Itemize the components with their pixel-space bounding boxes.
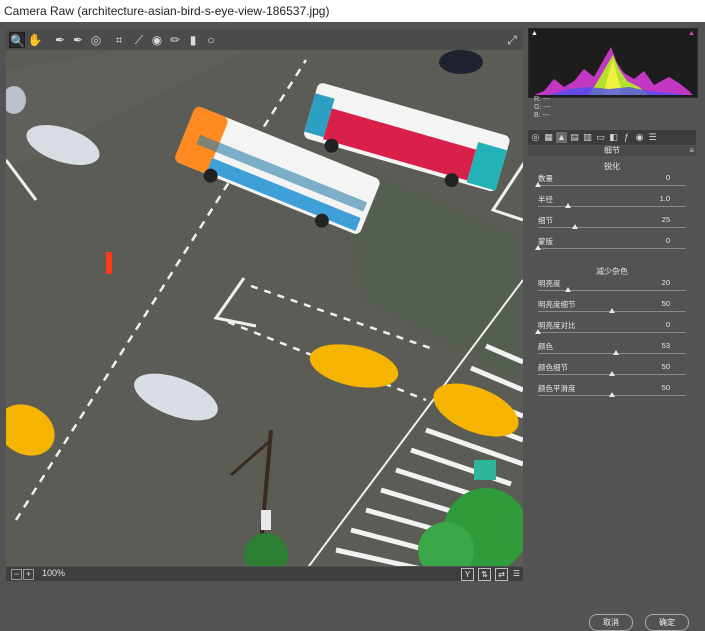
transform-tab-icon[interactable]: ◧	[608, 132, 619, 143]
slider-thumb[interactable]	[564, 203, 571, 208]
sharpening-slider-row: 细节 25	[538, 215, 688, 237]
graduated-filter-icon[interactable]: ▮	[185, 32, 201, 48]
slider-thumb[interactable]	[535, 182, 541, 187]
noise-slider-row: 明亮度细节 50	[538, 299, 688, 321]
noise-slider-row: 颜色 53	[538, 341, 688, 363]
slider-value-input[interactable]: 20	[662, 278, 670, 287]
hsl-tab-icon[interactable]: ▤	[569, 132, 580, 143]
split-toning-tab-icon[interactable]: ▥	[582, 132, 593, 143]
tone-curve-tab-icon[interactable]: ▦	[543, 132, 554, 143]
histogram-graph	[534, 47, 693, 95]
slider-thumb[interactable]	[609, 392, 615, 397]
presets-tab-icon[interactable]: ☰	[647, 132, 658, 143]
panel-title: 细节 ≡	[528, 146, 696, 156]
basic-tab-icon[interactable]: ◎	[530, 132, 541, 143]
before-after-y-button[interactable]: Y	[461, 568, 474, 581]
window-title: Camera Raw (architecture-asian-bird-s-ey…	[0, 0, 705, 22]
slider-value-input[interactable]: 50	[662, 362, 670, 371]
slider-value-input[interactable]: 0	[666, 320, 670, 329]
noise-slider-row: 明亮度对比 0	[535, 320, 688, 342]
slider-label: 明亮度	[538, 279, 561, 288]
zoom-in-button[interactable]: +	[23, 569, 34, 580]
slider-thumb[interactable]	[572, 224, 578, 229]
status-bar: − + 100% Y ⇅ ⇄ ☰	[6, 567, 523, 581]
zoom-out-button[interactable]: −	[11, 569, 22, 580]
slider-label: 颜色	[538, 342, 553, 351]
panel-tabs: ◎ ▦ ▲ ▤ ▥ ▭ ◧ ƒ ◉ ☰	[528, 130, 696, 145]
detail-tab-icon[interactable]: ▲	[556, 132, 567, 143]
slider-track[interactable]	[538, 227, 686, 228]
color-sampler-tool-icon[interactable]: ✒	[70, 32, 86, 48]
spot-removal-icon[interactable]: ◉	[149, 32, 165, 48]
slider-thumb[interactable]	[564, 287, 571, 292]
slider-value-input[interactable]: 53	[662, 341, 670, 350]
sharpening-slider-row: 数量 0	[535, 173, 688, 195]
slider-value-input[interactable]: 25	[662, 215, 670, 224]
lens-tab-icon[interactable]: ▭	[595, 132, 606, 143]
slider-track[interactable]	[538, 248, 686, 249]
slider-label: 颜色平滑度	[538, 384, 576, 393]
crop-tool-icon[interactable]: ⌗	[111, 32, 127, 48]
effects-tab-icon[interactable]: ƒ	[621, 132, 632, 143]
slider-value-input[interactable]: 0	[666, 236, 670, 245]
camera-raw-dialog: 🔍 ✋ ✒ ✒ ◎ ⌗ ⟋ ◉ ✏ ▮ ○ ⤢ − + 100% Y ⇅ ⇄ ☰…	[0, 22, 705, 631]
panel-menu-icon[interactable]: ≡	[689, 146, 694, 156]
highlight-clipping-icon[interactable]: ▲	[688, 30, 695, 37]
slider-value-input[interactable]: 1.0	[660, 194, 670, 203]
slider-track[interactable]	[538, 332, 686, 333]
copy-settings-icon[interactable]: ⇄	[495, 568, 508, 581]
slider-track[interactable]	[538, 353, 686, 354]
slider-label: 半径	[538, 195, 553, 204]
image-preview[interactable]	[6, 50, 523, 566]
adjustment-brush-icon[interactable]: ✏	[167, 32, 183, 48]
slider-value-input[interactable]: 0	[666, 173, 670, 182]
sharpening-header: 锐化	[604, 162, 620, 171]
aerial-street-photo	[6, 50, 523, 566]
noise-slider-row: 颜色细节 50	[538, 362, 688, 384]
toggle-settings-icon[interactable]: ☰	[511, 568, 522, 579]
swap-settings-icon[interactable]: ⇅	[478, 568, 491, 581]
slider-thumb[interactable]	[535, 245, 541, 250]
slider-thumb[interactable]	[535, 329, 541, 334]
zoom-level-select[interactable]: 100%	[42, 568, 65, 578]
slider-label: 明亮度细节	[538, 300, 576, 309]
sharpening-slider-row: 蒙版 0	[535, 236, 688, 258]
camera-calibration-tab-icon[interactable]: ◉	[634, 132, 645, 143]
zoom-tool-icon[interactable]: 🔍	[9, 32, 25, 48]
slider-label: 颜色细节	[538, 363, 568, 372]
noise-slider-row: 明亮度 20	[538, 278, 688, 300]
straighten-tool-icon[interactable]: ⟋	[131, 32, 147, 48]
white-balance-tool-icon[interactable]: ✒	[52, 32, 68, 48]
ok-button[interactable]: 确定	[645, 614, 689, 631]
slider-track[interactable]	[538, 185, 686, 186]
toolbar: 🔍 ✋ ✒ ✒ ◎ ⌗ ⟋ ◉ ✏ ▮ ○ ⤢	[6, 30, 523, 50]
rgb-readout: R: --- G: --- B: ---	[534, 96, 551, 119]
slider-label: 明亮度对比	[538, 321, 576, 330]
slider-thumb[interactable]	[609, 308, 615, 313]
fullscreen-icon[interactable]: ⤢	[504, 32, 520, 48]
noise-reduction-header: 减少杂色	[596, 267, 628, 276]
noise-slider-row: 颜色平滑度 50	[538, 383, 688, 405]
radial-filter-icon[interactable]: ○	[203, 32, 219, 48]
targeted-adjustment-icon[interactable]: ◎	[88, 32, 104, 48]
slider-thumb[interactable]	[609, 371, 615, 376]
slider-track[interactable]	[538, 206, 686, 207]
slider-label: 细节	[538, 216, 553, 225]
slider-thumb[interactable]	[613, 350, 620, 355]
slider-value-input[interactable]: 50	[662, 383, 670, 392]
hand-tool-icon[interactable]: ✋	[27, 32, 43, 48]
shadow-clipping-icon[interactable]: ▲	[531, 30, 538, 37]
slider-value-input[interactable]: 50	[662, 299, 670, 308]
sharpening-slider-row: 半径 1.0	[538, 194, 688, 216]
cancel-button[interactable]: 取消	[589, 614, 633, 631]
histogram: ▲ ▲	[528, 28, 698, 98]
slider-track[interactable]	[538, 290, 686, 291]
